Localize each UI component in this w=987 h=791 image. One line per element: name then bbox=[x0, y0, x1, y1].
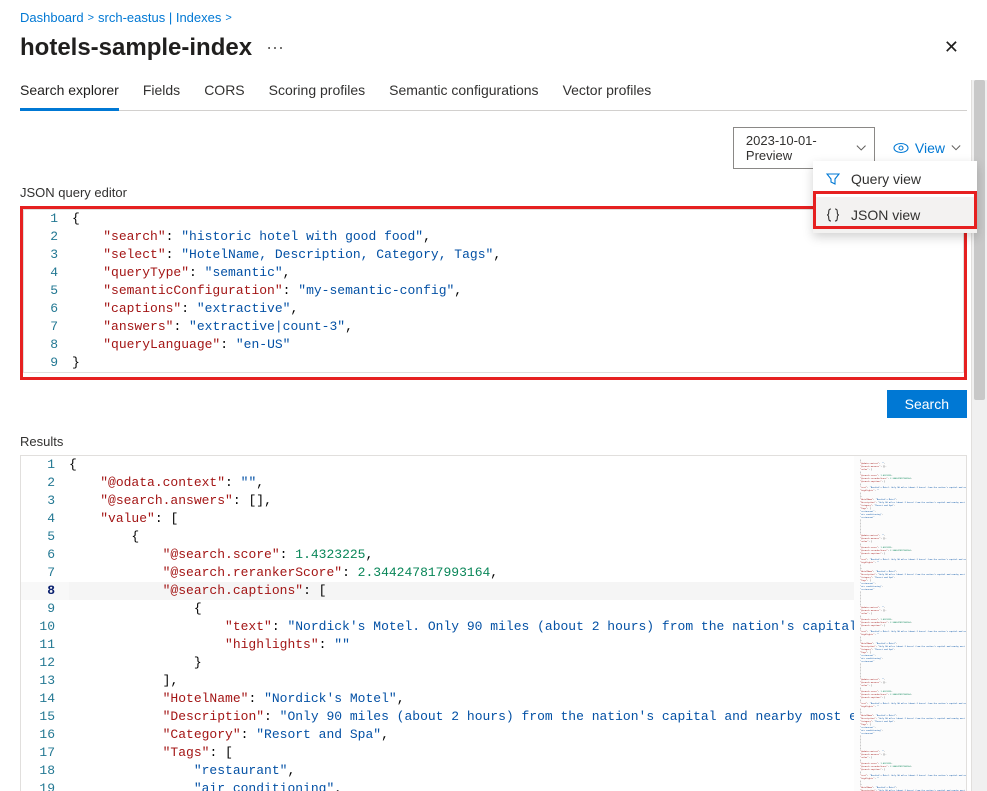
scrollbar-thumb[interactable] bbox=[974, 80, 985, 400]
view-menu: Query view JSON view bbox=[813, 161, 977, 233]
more-actions-button[interactable]: ··· bbox=[256, 37, 294, 58]
minimap[interactable]: { "@odata.context": "", "@search.answers… bbox=[854, 456, 966, 791]
close-button[interactable]: ✕ bbox=[936, 33, 967, 62]
view-button-label: View bbox=[915, 140, 945, 156]
view-menu-json-view[interactable]: JSON view bbox=[813, 197, 977, 233]
breadcrumb-link[interactable]: srch-eastus | Indexes bbox=[98, 10, 221, 25]
tab-vector-profiles[interactable]: Vector profiles bbox=[563, 72, 652, 111]
breadcrumb-link[interactable]: Dashboard bbox=[20, 10, 84, 25]
results-editor[interactable]: 1{2 "@odata.context": "",3 "@search.answ… bbox=[20, 455, 967, 791]
eye-icon bbox=[893, 140, 909, 156]
tab-cors[interactable]: CORS bbox=[204, 72, 244, 111]
menu-item-label: JSON view bbox=[851, 207, 920, 223]
results-label: Results bbox=[20, 434, 967, 449]
tab-fields[interactable]: Fields bbox=[143, 72, 180, 111]
chevron-right-icon: > bbox=[225, 12, 231, 24]
filter-icon bbox=[826, 172, 840, 186]
view-dropdown-button[interactable]: View bbox=[887, 135, 967, 161]
search-button[interactable]: Search bbox=[887, 390, 967, 418]
tab-bar: Search explorer Fields CORS Scoring prof… bbox=[20, 72, 967, 111]
view-menu-query-view[interactable]: Query view bbox=[813, 161, 977, 197]
api-version-value: 2023-10-01-Preview bbox=[746, 133, 848, 163]
chevron-down-icon bbox=[856, 143, 866, 153]
page-title: hotels-sample-index bbox=[20, 34, 252, 62]
tab-scoring-profiles[interactable]: Scoring profiles bbox=[269, 72, 366, 111]
braces-icon bbox=[826, 208, 840, 222]
json-query-editor[interactable]: 1{2 "search": "historic hotel with good … bbox=[23, 209, 964, 373]
tab-search-explorer[interactable]: Search explorer bbox=[20, 72, 119, 111]
chevron-right-icon: > bbox=[88, 12, 94, 24]
tab-semantic-configurations[interactable]: Semantic configurations bbox=[389, 72, 538, 111]
chevron-down-icon bbox=[951, 143, 961, 153]
breadcrumb: Dashboard > srch-eastus | Indexes > bbox=[20, 0, 967, 31]
menu-item-label: Query view bbox=[851, 171, 921, 187]
